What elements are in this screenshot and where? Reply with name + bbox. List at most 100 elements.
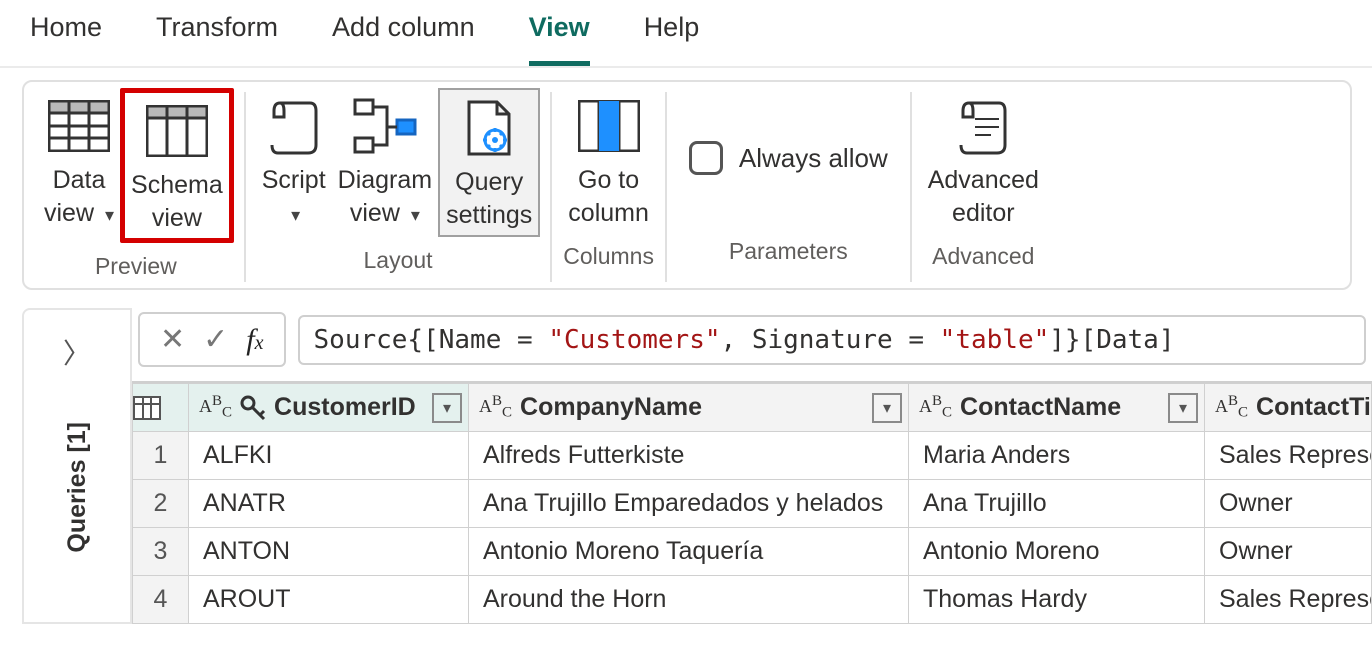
queries-rail: 〉 Queries [1] — [22, 308, 132, 624]
fx-icon[interactable]: fx — [246, 323, 263, 357]
results-table: ABC CustomerID ▾ ABC Compan — [132, 383, 1372, 624]
advanced-editor-label: Advancededitor — [928, 164, 1039, 229]
cell-contacttitle[interactable]: Owner — [1205, 528, 1372, 576]
always-allow-label: Always allow — [739, 143, 888, 174]
select-all-cell[interactable] — [133, 384, 189, 432]
formula-text-2: , Signature = — [721, 325, 940, 355]
ribbon-group-layout: Script ▾ Diagramview ▾ Querysettings Layo… — [246, 88, 551, 286]
group-label-preview: Preview — [95, 253, 177, 286]
go-to-column-label: Go tocolumn — [568, 164, 649, 229]
advanced-editor-button[interactable]: Advancededitor — [922, 88, 1045, 233]
cell-companyname[interactable]: Alfreds Futterkiste — [469, 432, 909, 480]
tab-view[interactable]: View — [529, 12, 590, 66]
tab-transform[interactable]: Transform — [156, 12, 278, 66]
table-row[interactable]: 2 ANATR Ana Trujillo Emparedados y helad… — [133, 480, 1372, 528]
cell-contactname[interactable]: Thomas Hardy — [909, 576, 1205, 624]
tab-help[interactable]: Help — [644, 12, 700, 66]
ribbon: Dataview ▾ Schemaview Preview Sc — [22, 80, 1352, 290]
formula-text-1: Source{[Name = — [314, 325, 549, 355]
row-number: 3 — [133, 528, 189, 576]
column-header-customerid[interactable]: ABC CustomerID ▾ — [189, 384, 469, 432]
query-settings-label: Querysettings — [446, 166, 532, 231]
group-label-parameters: Parameters — [729, 238, 848, 271]
formula-str-1: "Customers" — [548, 325, 720, 355]
always-allow-checkbox[interactable] — [689, 141, 723, 175]
data-view-label: Dataview — [44, 166, 105, 227]
main-menubar: Home Transform Add column View Help — [0, 0, 1372, 68]
script-scroll-icon — [266, 92, 322, 160]
filter-dropdown-icon[interactable]: ▾ — [432, 393, 462, 423]
page-gear-icon — [463, 94, 515, 162]
cell-customerid[interactable]: AROUT — [189, 576, 469, 624]
cell-customerid[interactable]: ANATR — [189, 480, 469, 528]
ribbon-group-advanced: Advancededitor Advanced — [912, 88, 1055, 286]
goto-column-icon — [578, 92, 640, 160]
filter-dropdown-icon[interactable]: ▾ — [872, 393, 902, 423]
header-row: ABC CustomerID ▾ ABC Compan — [133, 384, 1372, 432]
data-view-button[interactable]: Dataview ▾ — [38, 88, 120, 233]
script-button[interactable]: Script ▾ — [256, 88, 332, 233]
formula-text-3: ]}[Data] — [1049, 325, 1174, 355]
cell-companyname[interactable]: Ana Trujillo Emparedados y helados — [469, 480, 909, 528]
cell-companyname[interactable]: Around the Horn — [469, 576, 909, 624]
row-number: 2 — [133, 480, 189, 528]
expand-queries-button[interactable]: 〉 — [63, 332, 91, 372]
schema-view-button[interactable]: Schemaview — [120, 88, 234, 243]
ribbon-group-preview: Dataview ▾ Schemaview Preview — [28, 88, 244, 286]
chevron-down-icon: ▾ — [411, 205, 420, 225]
cancel-formula-icon[interactable]: ✕ — [160, 322, 185, 357]
cell-customerid[interactable]: ANTON — [189, 528, 469, 576]
column-name: ContactName — [960, 393, 1160, 422]
cell-contactname[interactable]: Ana Trujillo — [909, 480, 1205, 528]
data-grid: ABC CustomerID ▾ ABC Compan — [132, 381, 1372, 624]
column-header-companyname[interactable]: ABC CompanyName ▾ — [469, 384, 909, 432]
row-number: 4 — [133, 576, 189, 624]
row-number: 1 — [133, 432, 189, 480]
table-row[interactable]: 4 AROUT Around the Horn Thomas Hardy Sal… — [133, 576, 1372, 624]
formula-str-2: "table" — [940, 325, 1050, 355]
ribbon-group-parameters: Always allow Parameters — [667, 88, 910, 286]
table-grid-icon — [48, 92, 110, 160]
abc-type-icon: ABC — [199, 393, 232, 422]
tab-home[interactable]: Home — [30, 12, 102, 66]
formula-bar: ✕ ✓ fx Source{[Name = "Customers", Signa… — [132, 308, 1372, 371]
group-label-layout: Layout — [363, 247, 432, 280]
queries-label: Queries [1] — [63, 422, 92, 553]
table-row[interactable]: 1 ALFKI Alfreds Futterkiste Maria Anders… — [133, 432, 1372, 480]
script-scroll-icon — [955, 92, 1011, 160]
group-label-columns: Columns — [563, 243, 654, 276]
column-header-contacttitle[interactable]: ABC ContactTitl — [1205, 384, 1372, 432]
cell-contacttitle[interactable]: Sales Represent — [1205, 432, 1372, 480]
cell-companyname[interactable]: Antonio Moreno Taquería — [469, 528, 909, 576]
script-label: Script — [262, 166, 326, 194]
cell-customerid[interactable]: ALFKI — [189, 432, 469, 480]
tab-add-column[interactable]: Add column — [332, 12, 475, 66]
key-icon — [240, 395, 266, 421]
work-area: 〉 Queries [1] ✕ ✓ fx Source{[Name = "Cus… — [0, 308, 1372, 624]
query-settings-button[interactable]: Querysettings — [438, 88, 540, 237]
table-icon — [133, 396, 188, 420]
column-header-contactname[interactable]: ABC ContactName ▾ — [909, 384, 1205, 432]
ribbon-group-columns: Go tocolumn Columns — [552, 88, 665, 286]
group-label-advanced: Advanced — [932, 243, 1034, 276]
accept-formula-icon[interactable]: ✓ — [203, 322, 228, 357]
column-name: ContactTitl — [1256, 393, 1371, 422]
diagram-view-button[interactable]: Diagramview ▾ — [332, 88, 438, 233]
cell-contacttitle[interactable]: Owner — [1205, 480, 1372, 528]
abc-type-icon: ABC — [919, 393, 952, 422]
abc-type-icon: ABC — [479, 393, 512, 422]
filter-dropdown-icon[interactable]: ▾ — [1168, 393, 1198, 423]
column-name: CustomerID — [274, 393, 424, 422]
abc-type-icon: ABC — [1215, 393, 1248, 422]
cell-contactname[interactable]: Maria Anders — [909, 432, 1205, 480]
formula-input[interactable]: Source{[Name = "Customers", Signature = … — [298, 315, 1366, 365]
formula-controls: ✕ ✓ fx — [138, 312, 286, 367]
cell-contactname[interactable]: Antonio Moreno — [909, 528, 1205, 576]
table-row[interactable]: 3 ANTON Antonio Moreno Taquería Antonio … — [133, 528, 1372, 576]
cell-contacttitle[interactable]: Sales Represent — [1205, 576, 1372, 624]
main-panel: ✕ ✓ fx Source{[Name = "Customers", Signa… — [132, 308, 1372, 624]
chevron-down-icon: ▾ — [291, 205, 300, 225]
ribbon-container: Dataview ▾ Schemaview Preview Sc — [0, 68, 1372, 290]
chevron-down-icon: ▾ — [105, 205, 114, 225]
go-to-column-button[interactable]: Go tocolumn — [562, 88, 655, 233]
